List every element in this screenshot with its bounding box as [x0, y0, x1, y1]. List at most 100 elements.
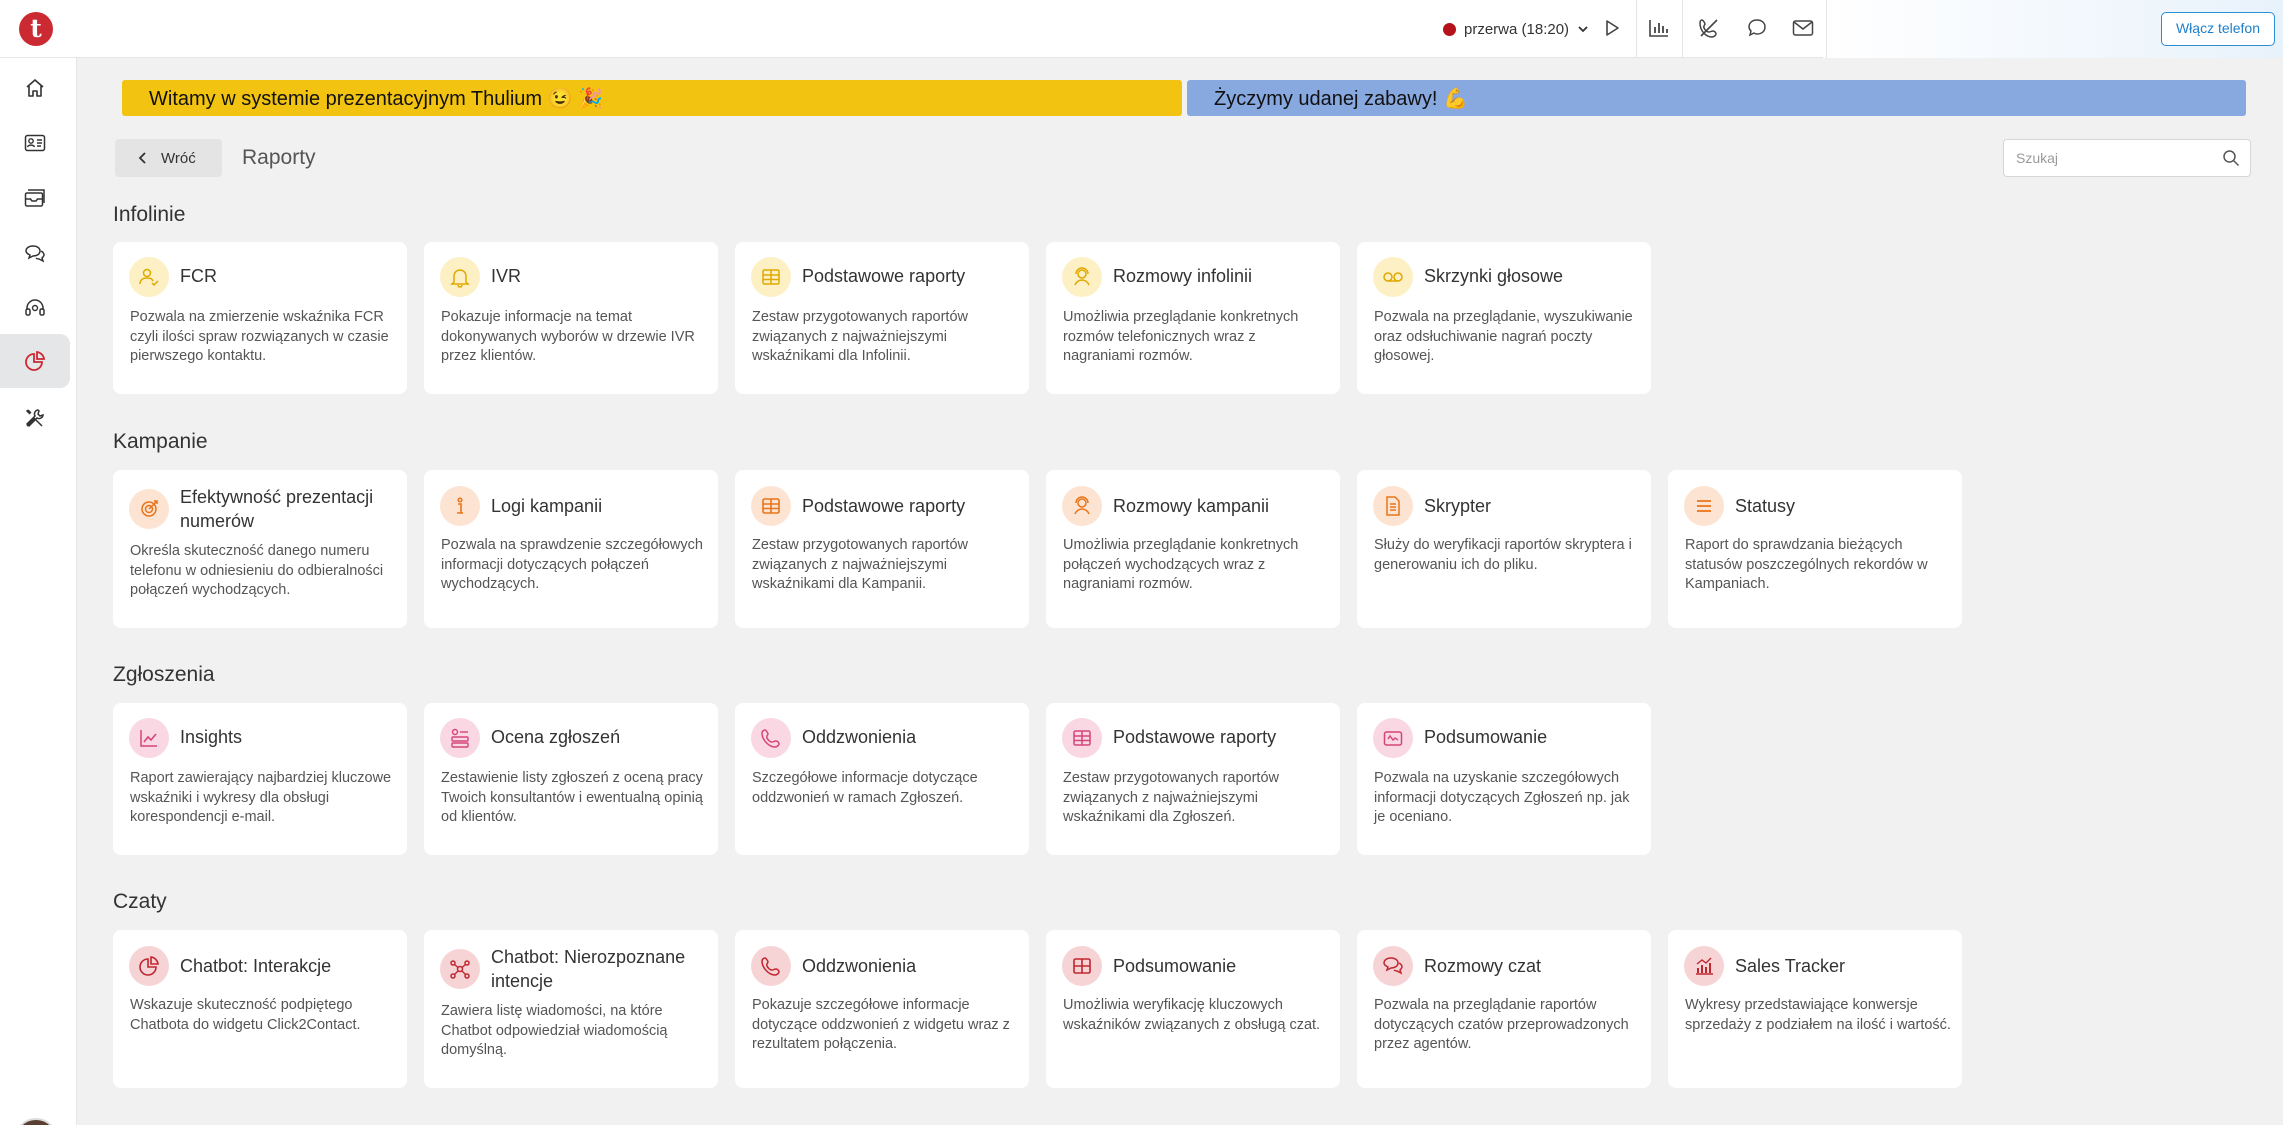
report-card-title: Oddzwonienia	[802, 956, 917, 976]
info-icon	[440, 486, 480, 526]
report-card-number-presentation[interactable]: Efektywność prezentacji numerów Określa …	[113, 470, 407, 628]
search-input[interactable]	[2004, 140, 2204, 176]
sidebar-item-contacts[interactable]	[0, 116, 70, 170]
report-card-description: Umożliwia weryfikację kluczowych wskaźni…	[1063, 997, 1321, 1033]
toolbar-divider	[1826, 0, 1827, 58]
chat-bubbles-icon	[1373, 946, 1413, 986]
sidebar-item-reports[interactable]	[0, 334, 70, 388]
report-card-title: Skrzynki głosowe	[1424, 266, 1564, 286]
back-button[interactable]: Wróć	[115, 139, 222, 177]
stats-icon[interactable]	[1645, 14, 1673, 42]
chat-icon[interactable]	[1743, 14, 1771, 42]
report-card-chatbot-interactions[interactable]: Chatbot: Interakcje Wskazuje skuteczność…	[113, 930, 407, 1088]
report-card-description: Zestawienie listy zgłoszeń z oceną pracy…	[441, 770, 703, 825]
sidebar-item-chats[interactable]	[0, 226, 70, 280]
report-card-chat-conversations[interactable]: Rozmowy czat Pozwala na przeglądanie rap…	[1357, 930, 1651, 1088]
report-card-description: Umożliwia przeglądanie konkretnych połąc…	[1063, 537, 1299, 592]
chat-bubbles-icon	[25, 245, 45, 263]
report-card-statuses[interactable]: Statusy Raport do sprawdzania bieżących …	[1668, 470, 1962, 628]
table-icon	[751, 486, 791, 526]
report-card-sales-tracker[interactable]: Sales Tracker Wykresy przedstawiające ko…	[1668, 930, 1962, 1088]
report-card-title: Chatbot: Nierozpoznane intencje	[491, 947, 686, 991]
report-card-title: Podstawowe raporty	[802, 496, 966, 516]
user-list-icon	[440, 718, 480, 758]
report-card-description: Pozwala na zmierzenie wskaźnika FCR czyl…	[130, 309, 389, 364]
report-card-description: Wskazuje skuteczność podpiętego Chatbota…	[130, 997, 361, 1033]
report-card-hotline-calls[interactable]: Rozmowy infolinii Umożliwia przeglądanie…	[1046, 242, 1340, 394]
report-card-description: Pokazuje szczegółowe informacje dotycząc…	[752, 997, 1010, 1052]
sidebar-item-home[interactable]	[0, 61, 70, 115]
welcome-banner: Witamy w systemie prezentacyjnym Thulium…	[122, 80, 1182, 116]
phone-icon	[751, 718, 791, 758]
report-card-basic-reports[interactable]: Podstawowe raporty Zestaw przygotowanych…	[735, 242, 1029, 394]
user-avatar[interactable]	[14, 1118, 58, 1125]
report-card-description: Służy do weryfikacji raportów skryptera …	[1374, 537, 1632, 573]
report-card-fcr[interactable]: FCR Pozwala na zmierzenie wskaźnika FCR …	[113, 242, 407, 394]
report-card-chat-summary[interactable]: Podsumowanie Umożliwia weryfikację klucz…	[1046, 930, 1340, 1088]
wish-banner-text: Życzymy udanej zabawy! 💪	[1214, 87, 1468, 110]
sidebar-item-support[interactable]	[0, 281, 70, 335]
network-nodes-icon	[440, 949, 480, 989]
report-card-description: Pozwala na uzyskanie szczegółowych infor…	[1374, 770, 1630, 825]
status-dot-icon	[1443, 22, 1456, 36]
report-card-title: Podstawowe raporty	[802, 266, 966, 286]
document-icon	[1373, 486, 1413, 526]
sidebar-item-tickets[interactable]	[0, 171, 70, 225]
user-check-icon	[129, 257, 169, 297]
headset-user-icon	[1062, 257, 1102, 297]
report-card-description: Określa skuteczność danego numeru telefo…	[130, 543, 384, 598]
section-title-czaty: Czaty	[113, 890, 167, 913]
report-card-title: Rozmowy czat	[1424, 956, 1542, 976]
report-card-title: Chatbot: Interakcje	[180, 956, 332, 976]
report-card-title: Logi kampanii	[491, 496, 603, 516]
report-card-title: Efektywność prezentacji numerów	[180, 487, 374, 531]
report-card-description: Pozwala na przeglądanie raportów dotyczą…	[1374, 997, 1629, 1052]
welcome-banner-text: Witamy w systemie prezentacyjnym Thulium…	[149, 87, 603, 110]
report-card-description: Umożliwia przeglądanie konkretnych rozmó…	[1063, 309, 1299, 364]
report-card-campaign-basic-reports[interactable]: Podstawowe raporty Zestaw przygotowanych…	[735, 470, 1029, 628]
report-card-description: Wykresy przedstawiające konwersje sprzed…	[1685, 997, 1951, 1033]
enable-phone-button[interactable]: Włącz telefon	[2161, 12, 2275, 46]
report-card-ticket-summary[interactable]: Podsumowanie Pozwala na uzyskanie szczeg…	[1357, 703, 1651, 855]
page-title: Raporty	[242, 146, 316, 169]
toolbar-divider	[1636, 0, 1637, 58]
report-card-description: Zestaw przygotowanych raportów związanyc…	[752, 537, 968, 592]
report-card-title: FCR	[180, 266, 217, 286]
report-card-description: Pozwala na sprawdzenie szczegółowych inf…	[441, 537, 703, 592]
trend-chart-icon	[129, 718, 169, 758]
report-card-ticket-rating[interactable]: Ocena zgłoszeń Zestawienie listy zgłosze…	[424, 703, 718, 855]
report-card-insights[interactable]: Insights Raport zawierający najbardziej …	[113, 703, 407, 855]
report-card-description: Raport zawierający najbardziej kluczowe …	[130, 770, 392, 825]
report-card-description: Zawiera listę wiadomości, na które Chatb…	[441, 1003, 668, 1058]
report-card-description: Szczegółowe informacje dotyczące oddzwon…	[752, 770, 978, 806]
mail-icon[interactable]	[1789, 14, 1817, 42]
report-card-campaign-calls[interactable]: Rozmowy kampanii Umożliwia przeglądanie …	[1046, 470, 1340, 628]
play-icon[interactable]	[1598, 14, 1626, 42]
report-card-description: Pozwala na przeglądanie, wyszukiwanie or…	[1374, 309, 1633, 364]
report-card-voicemail[interactable]: Skrzynki głosowe Pozwala na przeglądanie…	[1357, 242, 1651, 394]
report-card-title: Podsumowanie	[1424, 727, 1548, 747]
target-icon	[129, 489, 169, 529]
agent-status-dropdown[interactable]: przerwa (18:20)	[1443, 16, 1589, 42]
phone-icon	[751, 946, 791, 986]
report-card-chatbot-unrecognized[interactable]: Chatbot: Nierozpoznane intencje Zawiera …	[424, 930, 718, 1088]
report-card-ticket-callbacks[interactable]: Oddzwonienia Szczegółowe informacje doty…	[735, 703, 1029, 855]
section-title-zgloszenia: Zgłoszenia	[113, 663, 215, 686]
report-card-ticket-basic-reports[interactable]: Podstawowe raporty Zestaw przygotowanych…	[1046, 703, 1340, 855]
report-card-title: Ocena zgłoszeń	[491, 727, 621, 747]
report-card-title: IVR	[491, 266, 522, 286]
phone-off-icon[interactable]	[1695, 14, 1723, 42]
report-card-title: Oddzwonienia	[802, 727, 917, 747]
report-card-description: Raport do sprawdzania bieżących statusów…	[1685, 537, 1928, 592]
report-card-ivr[interactable]: IVR Pokazuje informacje na temat dokonyw…	[424, 242, 718, 394]
bar-chart-icon	[1684, 946, 1724, 986]
report-card-chat-callbacks[interactable]: Oddzwonienia Pokazuje szczegółowe inform…	[735, 930, 1029, 1088]
report-card-scripter[interactable]: Skrypter Służy do weryfikacji raportów s…	[1357, 470, 1651, 628]
search-icon[interactable]	[2222, 149, 2240, 167]
report-card-description: Zestaw przygotowanych raportów związanyc…	[1063, 770, 1279, 825]
app-logo[interactable]: t	[19, 12, 53, 46]
report-card-campaign-logs[interactable]: Logi kampanii Pozwala na sprawdzenie szc…	[424, 470, 718, 628]
list-icon	[1684, 486, 1724, 526]
sidebar-item-tools[interactable]	[0, 391, 70, 445]
table-icon	[1062, 718, 1102, 758]
